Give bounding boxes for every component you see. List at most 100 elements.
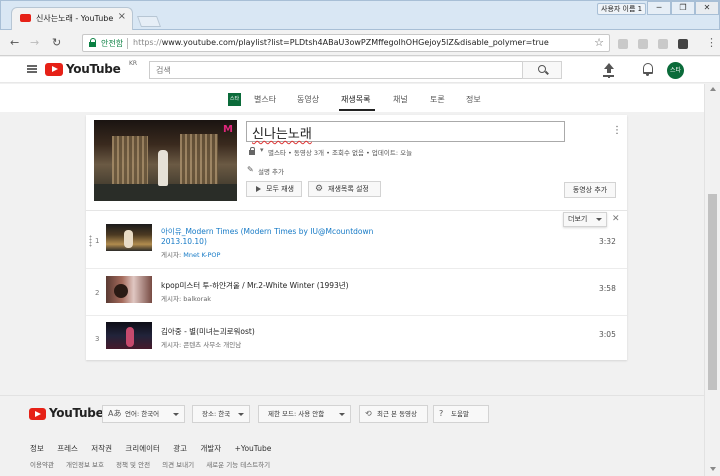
tab-channels[interactable]: 채널 — [393, 94, 408, 105]
browser-tab[interactable]: 신사는노래 - YouTube × — [11, 7, 133, 31]
reload-icon[interactable]: ↻ — [52, 36, 61, 49]
video-title[interactable]: 아이유_Modern Times (Modern Times by IU@Mco… — [161, 226, 373, 237]
scroll-down-arrow-icon[interactable] — [710, 467, 716, 471]
extension-icon[interactable] — [658, 39, 668, 49]
extension-icon[interactable] — [618, 39, 628, 49]
footer-link[interactable]: 새로운 기능 테스트하기 — [206, 461, 270, 469]
drag-handle-icon[interactable] — [89, 235, 92, 247]
search-button[interactable] — [522, 61, 562, 79]
minimize-button[interactable]: ─ — [647, 1, 671, 15]
playlist-options-icon[interactable]: ⋮ — [612, 125, 622, 136]
footer-link[interactable]: 이용약관 — [30, 461, 54, 469]
search-icon — [538, 65, 546, 73]
extension-icon[interactable] — [678, 39, 688, 49]
window-titlebar: 신사는노래 - YouTube × 사용자 이름 1 ─ ❐ ✕ — [0, 0, 720, 31]
video-thumbnail[interactable] — [106, 322, 152, 349]
channel-avatar[interactable]: 스타 — [228, 93, 241, 106]
page-footer: YouTube Aあ 언어: 한국어 장소: 한국 제한 모드: 사용 안함 ⟲… — [0, 395, 704, 476]
footer-link[interactable]: 정보 — [30, 444, 44, 453]
video-thumbnail[interactable] — [106, 276, 152, 303]
row-divider — [86, 315, 627, 316]
back-icon[interactable]: ← — [10, 36, 19, 49]
tab-videos[interactable]: 동영상 — [297, 94, 319, 105]
channel-link[interactable]: balkorak — [183, 295, 211, 303]
language-button[interactable]: Aあ 언어: 한국어 — [102, 405, 185, 423]
video-thumbnail[interactable] — [106, 224, 152, 251]
youtube-play-icon — [29, 408, 46, 420]
video-title[interactable]: kpop미스터 투-하얀겨울 / Mr.2-White Winter (1993… — [161, 280, 349, 291]
tab-playlists[interactable]: 재생목록 — [341, 94, 370, 105]
url-scheme: https:// — [133, 38, 162, 47]
page-scrollbar[interactable] — [704, 84, 720, 476]
footer-link[interactable]: 정책 및 안전 — [116, 461, 150, 469]
remove-video-icon[interactable]: ✕ — [612, 214, 620, 224]
scroll-up-arrow-icon[interactable] — [710, 87, 716, 91]
location-button[interactable]: 장소: 한국 — [192, 405, 250, 423]
chevron-down-icon — [238, 413, 244, 416]
search-input[interactable]: 검색 — [149, 61, 522, 79]
bookmark-star-icon[interactable]: ☆ — [594, 36, 604, 49]
channel-link[interactable]: 콘텐츠 사무소 개인남 — [183, 341, 241, 349]
panel-divider — [86, 210, 627, 211]
chevron-down-icon — [596, 218, 602, 221]
new-tab-button[interactable] — [136, 16, 162, 27]
footer-link[interactable]: 개인정보 보호 — [66, 461, 104, 469]
privacy-lock-icon[interactable] — [249, 147, 256, 155]
thumbnail-floor — [94, 184, 237, 201]
video-title[interactable]: 김아중 - 별(미녀는괴로워ost) — [161, 326, 255, 337]
restricted-mode-button[interactable]: 제한 모드: 사용 안함 — [258, 405, 351, 423]
footer-link[interactable]: 크리에이터 — [125, 444, 160, 453]
profile-chip[interactable]: 사용자 이름 1 — [597, 3, 647, 15]
footer-link[interactable]: 저작권 — [91, 444, 112, 453]
playlist-row[interactable]: 1 아이유_Modern Times (Modern Times by IU@M… — [86, 219, 627, 265]
restricted-mode-label: 제한 모드: 사용 안함 — [268, 410, 325, 418]
poster-prefix: 게시자: — [161, 251, 182, 259]
url-text[interactable]: https://www.youtube.com/playlist?list=PL… — [133, 38, 549, 47]
playlist-thumbnail[interactable]: M — [94, 120, 237, 201]
pencil-icon[interactable]: ✎ — [247, 165, 254, 174]
video-title-continued[interactable]: 2013.10.10) — [161, 237, 207, 246]
history-button[interactable]: ⟲ 최근 본 동영상 — [359, 405, 428, 423]
tab-about[interactable]: 정보 — [466, 94, 481, 105]
playlist-title-input[interactable]: 신나는노래 — [246, 121, 565, 142]
upload-icon-base — [603, 75, 614, 77]
secure-label: 안전함 — [101, 39, 124, 48]
maximize-button[interactable]: ❐ — [671, 1, 695, 15]
tab-discussion[interactable]: 토론 — [430, 94, 445, 105]
more-dropdown-button[interactable]: 더보기 — [563, 212, 607, 227]
address-bar[interactable]: 안전함 https://www.youtube.com/playlist?lis… — [82, 34, 610, 52]
tab-channel-home[interactable]: 별스타 — [254, 94, 276, 105]
footer-link[interactable]: 프레스 — [57, 444, 78, 453]
add-video-button[interactable]: 동영상 추가 — [564, 182, 616, 198]
account-avatar[interactable]: 스타 — [667, 62, 684, 79]
playlist-settings-label: 재생목록 설정 — [328, 185, 369, 193]
add-description-link[interactable]: 설명 추가 — [258, 166, 284, 176]
playlist-settings-button[interactable]: ⚙ 재생목록 설정 — [308, 181, 381, 197]
playlist-row[interactable]: 2 kpop미스터 투-하얀겨울 / Mr.2-White Winter (19… — [86, 271, 627, 317]
footer-link[interactable]: +YouTube — [235, 444, 272, 453]
forward-icon[interactable]: → — [30, 36, 39, 49]
lock-icon — [89, 38, 97, 47]
footer-link[interactable]: 개발자 — [200, 444, 221, 453]
chevron-down-icon — [339, 413, 345, 416]
notifications-bell-icon[interactable] — [643, 63, 653, 76]
tab-close-icon[interactable]: × — [118, 11, 126, 22]
hamburger-menu-icon[interactable] — [27, 65, 37, 73]
row-index: 1 — [95, 237, 100, 245]
close-window-button[interactable]: ✕ — [695, 1, 719, 15]
play-all-button[interactable]: 모두 재생 — [246, 181, 302, 197]
video-poster: 게시자: balkorak — [161, 293, 211, 303]
tab-title: 신사는노래 - YouTube — [36, 14, 114, 23]
help-button[interactable]: ? 도움말 — [433, 405, 489, 423]
footer-link[interactable]: 의견 보내기 — [162, 461, 194, 469]
playlist-row[interactable]: 3 김아중 - 별(미녀는괴로워ost) 게시자: 콘텐츠 사무소 개인남 3:… — [86, 317, 627, 363]
history-label: 최근 본 동영상 — [377, 410, 418, 418]
browser-menu-icon[interactable]: ⋮ — [706, 36, 717, 49]
scrollbar-thumb[interactable] — [708, 194, 717, 390]
channel-link[interactable]: Mnet K-POP — [183, 251, 220, 259]
privacy-dropdown-icon[interactable]: ▾ — [260, 146, 264, 154]
thumbnail-stage-right — [180, 134, 218, 186]
footer-link[interactable]: 광고 — [173, 444, 187, 453]
extension-icon[interactable] — [638, 39, 648, 49]
row-index: 3 — [95, 335, 100, 343]
